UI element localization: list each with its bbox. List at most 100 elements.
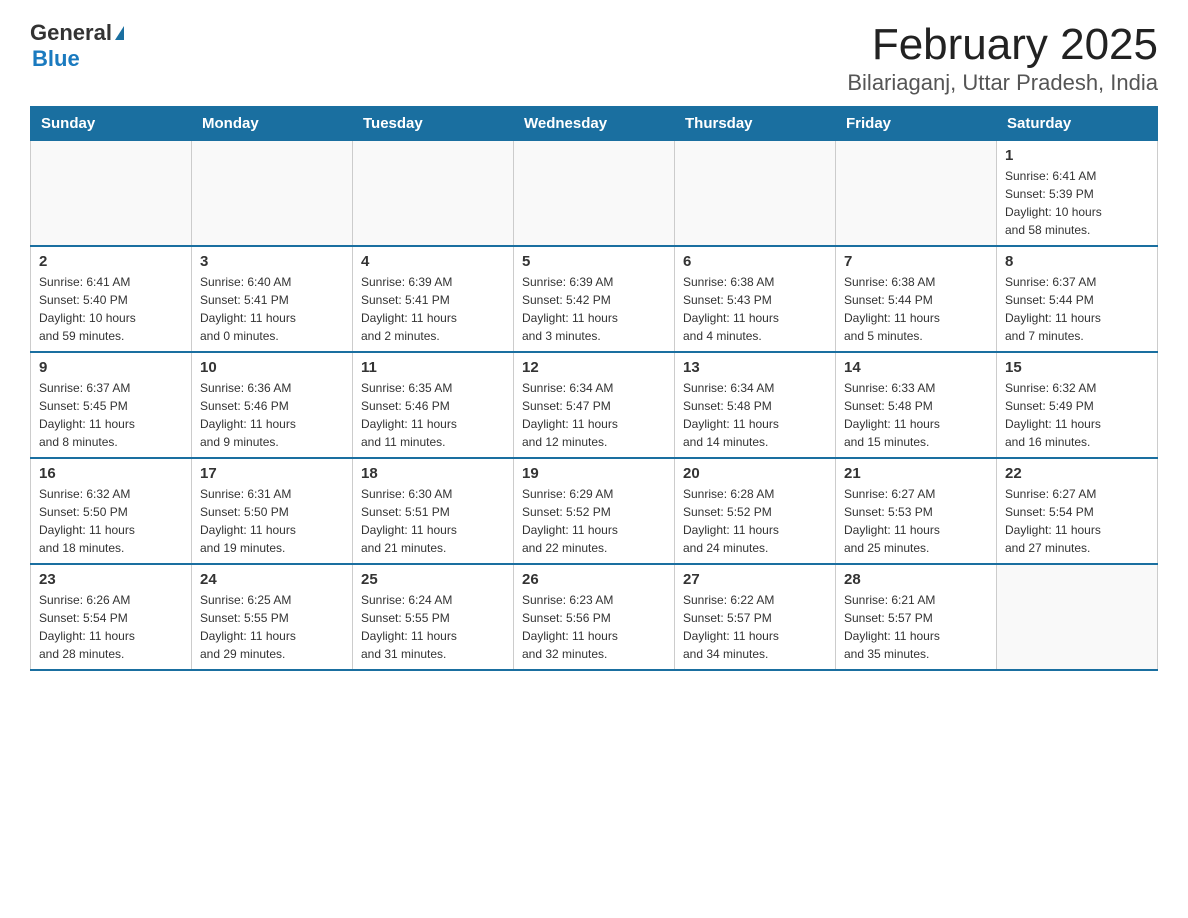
day-number: 13 xyxy=(683,359,827,376)
day-number: 2 xyxy=(39,253,183,270)
day-info: Sunrise: 6:27 AM Sunset: 5:53 PM Dayligh… xyxy=(844,485,988,557)
calendar-cell: 1 Sunrise: 6:41 AM Sunset: 5:39 PM Daylig… xyxy=(997,141,1158,247)
day-number: 12 xyxy=(522,359,666,376)
day-info: Sunrise: 6:37 AM Sunset: 5:44 PM Dayligh… xyxy=(1005,273,1149,345)
day-number: 19 xyxy=(522,465,666,482)
day-number: 8 xyxy=(1005,253,1149,270)
title-block: February 2025 Bilariaganj, Uttar Pradesh… xyxy=(847,20,1158,96)
day-info: Sunrise: 6:41 AM Sunset: 5:40 PM Dayligh… xyxy=(39,273,183,345)
month-title: February 2025 xyxy=(847,20,1158,70)
calendar-cell: 21 Sunrise: 6:27 AM Sunset: 5:53 PM Dayli… xyxy=(836,458,997,564)
calendar-cell: 18 Sunrise: 6:30 AM Sunset: 5:51 PM Dayli… xyxy=(353,458,514,564)
weekday-header-saturday: Saturday xyxy=(997,107,1158,141)
calendar-cell: 26 Sunrise: 6:23 AM Sunset: 5:56 PM Dayli… xyxy=(514,564,675,670)
calendar-cell: 12 Sunrise: 6:34 AM Sunset: 5:47 PM Dayli… xyxy=(514,352,675,458)
calendar-cell: 4 Sunrise: 6:39 AM Sunset: 5:41 PM Daylig… xyxy=(353,246,514,352)
calendar-cell: 7 Sunrise: 6:38 AM Sunset: 5:44 PM Daylig… xyxy=(836,246,997,352)
calendar-cell xyxy=(836,141,997,247)
logo-general-text: General xyxy=(30,20,112,46)
day-info: Sunrise: 6:40 AM Sunset: 5:41 PM Dayligh… xyxy=(200,273,344,345)
calendar-cell xyxy=(31,141,192,247)
calendar-week-row: 1 Sunrise: 6:41 AM Sunset: 5:39 PM Daylig… xyxy=(31,141,1158,247)
calendar-cell: 2 Sunrise: 6:41 AM Sunset: 5:40 PM Daylig… xyxy=(31,246,192,352)
day-info: Sunrise: 6:24 AM Sunset: 5:55 PM Dayligh… xyxy=(361,591,505,663)
logo-triangle-icon xyxy=(115,26,124,40)
weekday-header-wednesday: Wednesday xyxy=(514,107,675,141)
day-info: Sunrise: 6:32 AM Sunset: 5:49 PM Dayligh… xyxy=(1005,379,1149,451)
calendar-cell: 6 Sunrise: 6:38 AM Sunset: 5:43 PM Daylig… xyxy=(675,246,836,352)
day-number: 7 xyxy=(844,253,988,270)
day-info: Sunrise: 6:22 AM Sunset: 5:57 PM Dayligh… xyxy=(683,591,827,663)
calendar-cell: 24 Sunrise: 6:25 AM Sunset: 5:55 PM Dayli… xyxy=(192,564,353,670)
day-info: Sunrise: 6:26 AM Sunset: 5:54 PM Dayligh… xyxy=(39,591,183,663)
day-number: 23 xyxy=(39,571,183,588)
logo: General Blue xyxy=(30,20,124,72)
location-title: Bilariaganj, Uttar Pradesh, India xyxy=(847,70,1158,96)
day-info: Sunrise: 6:38 AM Sunset: 5:44 PM Dayligh… xyxy=(844,273,988,345)
calendar-cell: 13 Sunrise: 6:34 AM Sunset: 5:48 PM Dayli… xyxy=(675,352,836,458)
day-number: 24 xyxy=(200,571,344,588)
calendar-cell: 5Sunrise: 6:39 AM Sunset: 5:42 PM Daylig… xyxy=(514,246,675,352)
calendar-week-row: 23 Sunrise: 6:26 AM Sunset: 5:54 PM Dayli… xyxy=(31,564,1158,670)
calendar-cell: 27Sunrise: 6:22 AM Sunset: 5:57 PM Dayli… xyxy=(675,564,836,670)
calendar-cell: 25 Sunrise: 6:24 AM Sunset: 5:55 PM Dayli… xyxy=(353,564,514,670)
day-info: Sunrise: 6:29 AM Sunset: 5:52 PM Dayligh… xyxy=(522,485,666,557)
day-number: 25 xyxy=(361,571,505,588)
day-info: Sunrise: 6:31 AM Sunset: 5:50 PM Dayligh… xyxy=(200,485,344,557)
weekday-header-sunday: Sunday xyxy=(31,107,192,141)
day-info: Sunrise: 6:32 AM Sunset: 5:50 PM Dayligh… xyxy=(39,485,183,557)
calendar-cell: 20Sunrise: 6:28 AM Sunset: 5:52 PM Dayli… xyxy=(675,458,836,564)
day-number: 22 xyxy=(1005,465,1149,482)
calendar-cell: 11 Sunrise: 6:35 AM Sunset: 5:46 PM Dayli… xyxy=(353,352,514,458)
day-info: Sunrise: 6:41 AM Sunset: 5:39 PM Dayligh… xyxy=(1005,167,1149,239)
calendar-cell: 14 Sunrise: 6:33 AM Sunset: 5:48 PM Dayli… xyxy=(836,352,997,458)
calendar-cell: 3Sunrise: 6:40 AM Sunset: 5:41 PM Daylig… xyxy=(192,246,353,352)
calendar-cell: 17 Sunrise: 6:31 AM Sunset: 5:50 PM Dayli… xyxy=(192,458,353,564)
calendar-cell: 19 Sunrise: 6:29 AM Sunset: 5:52 PM Dayli… xyxy=(514,458,675,564)
day-number: 14 xyxy=(844,359,988,376)
day-number: 15 xyxy=(1005,359,1149,376)
calendar-cell xyxy=(514,141,675,247)
calendar-cell: 22Sunrise: 6:27 AM Sunset: 5:54 PM Dayli… xyxy=(997,458,1158,564)
day-number: 11 xyxy=(361,359,505,376)
day-info: Sunrise: 6:21 AM Sunset: 5:57 PM Dayligh… xyxy=(844,591,988,663)
day-number: 4 xyxy=(361,253,505,270)
day-info: Sunrise: 6:30 AM Sunset: 5:51 PM Dayligh… xyxy=(361,485,505,557)
calendar-cell xyxy=(997,564,1158,670)
calendar-cell xyxy=(192,141,353,247)
day-info: Sunrise: 6:38 AM Sunset: 5:43 PM Dayligh… xyxy=(683,273,827,345)
day-number: 21 xyxy=(844,465,988,482)
calendar-week-row: 16 Sunrise: 6:32 AM Sunset: 5:50 PM Dayli… xyxy=(31,458,1158,564)
day-info: Sunrise: 6:34 AM Sunset: 5:48 PM Dayligh… xyxy=(683,379,827,451)
weekday-header-tuesday: Tuesday xyxy=(353,107,514,141)
day-number: 17 xyxy=(200,465,344,482)
calendar-cell xyxy=(353,141,514,247)
weekday-header-monday: Monday xyxy=(192,107,353,141)
day-number: 26 xyxy=(522,571,666,588)
day-number: 5 xyxy=(522,253,666,270)
day-info: Sunrise: 6:25 AM Sunset: 5:55 PM Dayligh… xyxy=(200,591,344,663)
day-number: 6 xyxy=(683,253,827,270)
calendar-cell: 10Sunrise: 6:36 AM Sunset: 5:46 PM Dayli… xyxy=(192,352,353,458)
day-info: Sunrise: 6:23 AM Sunset: 5:56 PM Dayligh… xyxy=(522,591,666,663)
day-info: Sunrise: 6:37 AM Sunset: 5:45 PM Dayligh… xyxy=(39,379,183,451)
calendar-cell: 23 Sunrise: 6:26 AM Sunset: 5:54 PM Dayli… xyxy=(31,564,192,670)
weekday-header-row: SundayMondayTuesdayWednesdayThursdayFrid… xyxy=(31,107,1158,141)
day-number: 9 xyxy=(39,359,183,376)
calendar-cell: 15 Sunrise: 6:32 AM Sunset: 5:49 PM Dayli… xyxy=(997,352,1158,458)
calendar-cell: 28Sunrise: 6:21 AM Sunset: 5:57 PM Dayli… xyxy=(836,564,997,670)
calendar-week-row: 9 Sunrise: 6:37 AM Sunset: 5:45 PM Daylig… xyxy=(31,352,1158,458)
day-info: Sunrise: 6:33 AM Sunset: 5:48 PM Dayligh… xyxy=(844,379,988,451)
calendar-cell: 16 Sunrise: 6:32 AM Sunset: 5:50 PM Dayli… xyxy=(31,458,192,564)
day-info: Sunrise: 6:34 AM Sunset: 5:47 PM Dayligh… xyxy=(522,379,666,451)
day-number: 18 xyxy=(361,465,505,482)
day-info: Sunrise: 6:35 AM Sunset: 5:46 PM Dayligh… xyxy=(361,379,505,451)
weekday-header-friday: Friday xyxy=(836,107,997,141)
day-number: 16 xyxy=(39,465,183,482)
page-header: General Blue February 2025 Bilariaganj, … xyxy=(30,20,1158,96)
day-number: 1 xyxy=(1005,147,1149,164)
day-number: 20 xyxy=(683,465,827,482)
day-number: 10 xyxy=(200,359,344,376)
logo-blue-text: Blue xyxy=(32,46,80,71)
day-info: Sunrise: 6:39 AM Sunset: 5:41 PM Dayligh… xyxy=(361,273,505,345)
